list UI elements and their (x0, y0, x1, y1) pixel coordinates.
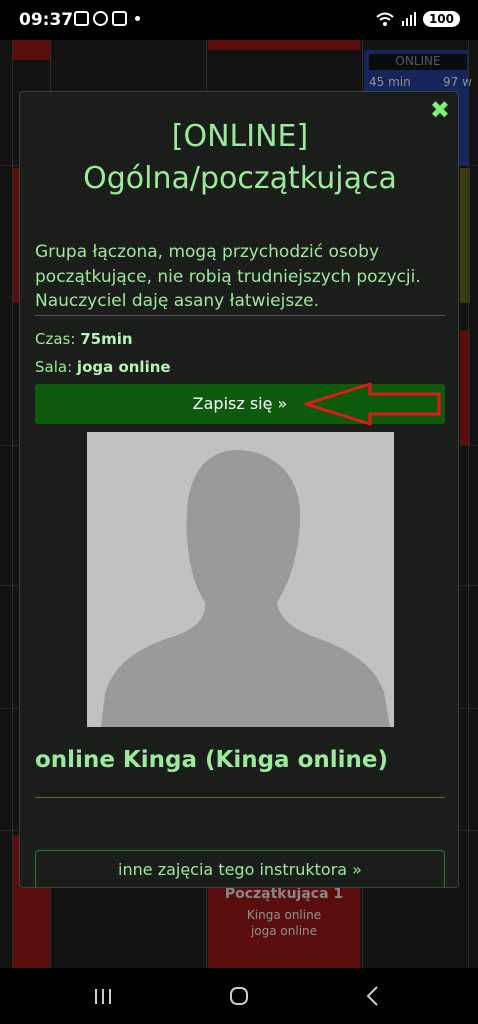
wifi-icon (376, 12, 394, 26)
instructor-photo (87, 432, 394, 727)
instructor-name[interactable]: online Kinga (Kinga online) (35, 747, 388, 773)
modal-title-tag: [ONLINE] (171, 119, 309, 154)
more-notifications-icon (135, 16, 140, 21)
system-icons: 100 (375, 11, 460, 27)
modal-title-name: Ogólna/początkująca (83, 161, 397, 196)
person-silhouette-icon (101, 450, 390, 727)
screenshot-icon (74, 11, 89, 26)
home-icon[interactable] (224, 982, 254, 1010)
navigation-bar (0, 968, 478, 1024)
class-description: Grupa łączona, mogą przychodzić osoby po… (35, 242, 421, 311)
room-label: Sala: (35, 358, 73, 376)
status-bar: 09:37 100 (0, 0, 478, 40)
duration-value: 75min (80, 330, 133, 348)
modal-title: [ONLINE] Ogólna/początkująca (20, 116, 458, 200)
divider (35, 797, 445, 798)
class-details-modal: ✖ [ONLINE] Ogólna/początkująca Grupa łąc… (19, 91, 459, 888)
battery-indicator: 100 (422, 11, 460, 27)
duration-row: Czas: 75min (35, 330, 133, 348)
room-row: Sala: joga online (35, 358, 171, 376)
red-arrow-annotation (304, 382, 441, 426)
chat-icon (93, 11, 108, 26)
status-time: 09:37 (19, 10, 74, 30)
mail-icon (112, 11, 127, 26)
divider (35, 315, 445, 316)
recent-apps-icon[interactable] (88, 982, 118, 1010)
signal-icon (401, 12, 416, 26)
room-value: joga online (76, 358, 171, 376)
duration-label: Czas: (35, 330, 76, 348)
back-icon[interactable] (358, 982, 388, 1010)
notification-icons (74, 11, 140, 26)
other-classes-button[interactable]: inne zajęcia tego instruktora » (35, 850, 445, 887)
